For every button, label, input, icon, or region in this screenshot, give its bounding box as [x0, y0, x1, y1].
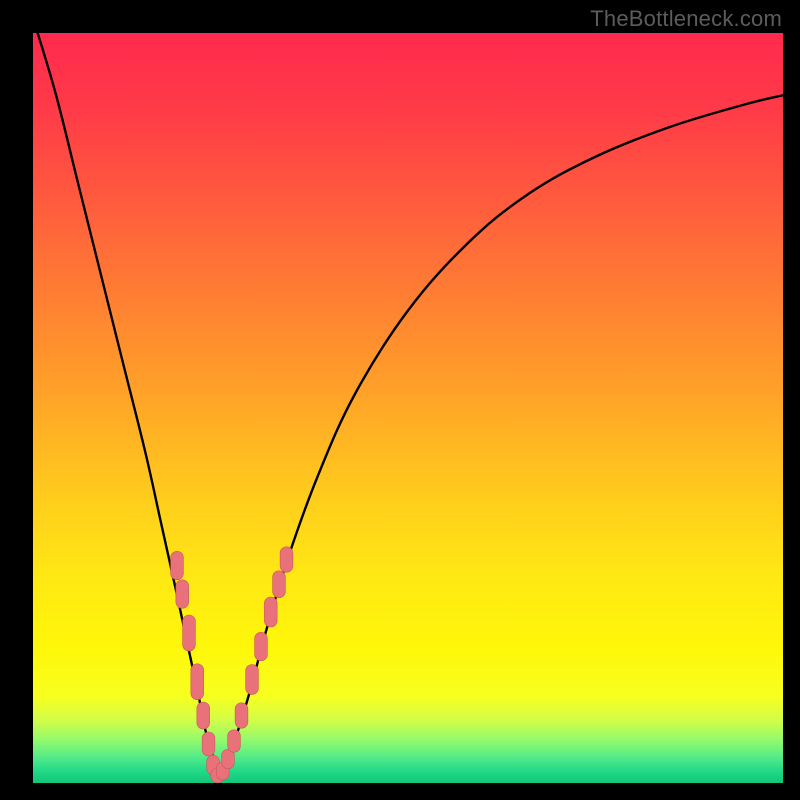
data-marker — [246, 665, 259, 695]
data-marker — [183, 615, 196, 651]
data-marker — [228, 730, 241, 753]
chart-svg — [33, 33, 783, 783]
data-marker — [280, 547, 293, 573]
data-marker — [197, 702, 210, 729]
data-marker — [235, 703, 248, 729]
data-marker — [176, 580, 189, 609]
data-marker — [264, 597, 277, 627]
outer-frame: TheBottleneck.com — [0, 0, 800, 800]
data-marker — [171, 551, 184, 580]
data-markers — [171, 547, 293, 783]
watermark-text: TheBottleneck.com — [590, 6, 782, 32]
plot-area — [33, 33, 783, 783]
data-marker — [202, 732, 215, 756]
data-marker — [191, 664, 204, 700]
data-marker — [255, 632, 268, 661]
bottleneck-curve — [33, 33, 783, 775]
data-marker — [273, 571, 286, 598]
